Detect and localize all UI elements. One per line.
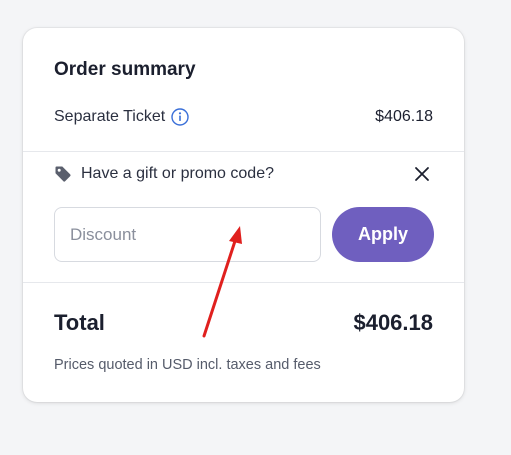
divider [23,282,464,283]
total-label: Total [54,310,105,335]
ticket-label: Separate Ticket [54,108,166,125]
tag-icon [54,165,72,183]
promo-prompt-text: Have a gift or promo code? [81,165,274,182]
discount-input[interactable] [54,207,321,262]
info-icon[interactable] [171,108,189,126]
ticket-line-item: Separate Ticket $406.18 [54,106,433,128]
price-footnote: Prices quoted in USD incl. taxes and fee… [54,357,321,373]
ticket-price: $406.18 [375,108,433,125]
ticket-label-group: Separate Ticket [54,108,189,126]
order-summary-card: Order summary Separate Ticket $406.18 Ha… [23,28,464,402]
total-value: $406.18 [353,310,433,335]
apply-button[interactable]: Apply [332,207,434,262]
order-summary-title: Order summary [54,59,196,80]
close-icon [414,166,430,182]
promo-prompt-group: Have a gift or promo code? [54,165,274,183]
page: Order summary Separate Ticket $406.18 Ha… [0,0,511,455]
total-row: Total $406.18 [54,308,433,338]
divider [23,151,464,152]
promo-code-header: Have a gift or promo code? [54,162,433,186]
close-promo-button[interactable] [411,163,433,185]
